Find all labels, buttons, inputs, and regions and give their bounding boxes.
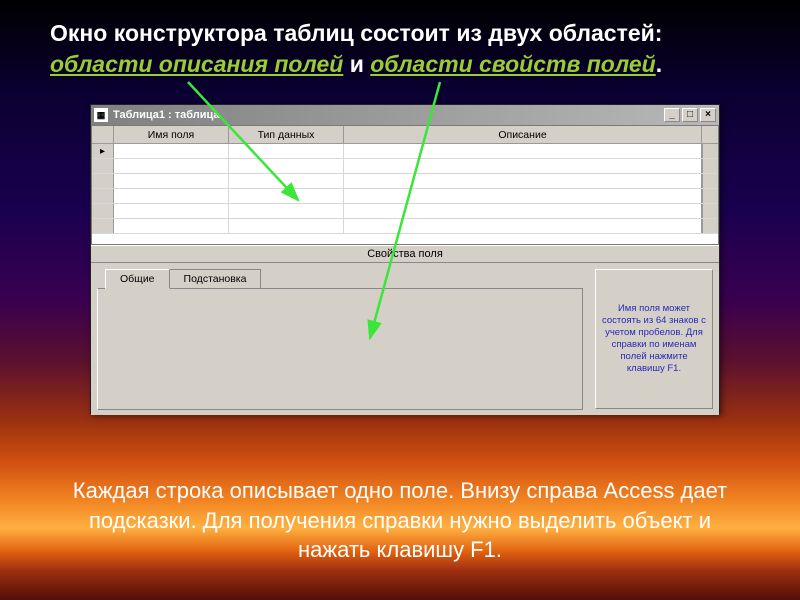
cell-description[interactable]	[344, 174, 702, 188]
window-title: Таблица1 : таблица	[113, 109, 220, 121]
table-row[interactable]	[92, 174, 718, 189]
field-definition-grid[interactable]: Имя поля Тип данных Описание ▸	[91, 125, 719, 245]
field-properties-area: Общие Подстановка Имя поля может состоят…	[91, 262, 719, 415]
cell-data-type[interactable]	[229, 219, 344, 233]
cell-data-type[interactable]	[229, 204, 344, 218]
table-row[interactable]: ▸	[92, 144, 718, 159]
cell-field-name[interactable]	[114, 189, 229, 203]
row-selector-header	[92, 126, 114, 143]
scroll-header	[702, 126, 718, 143]
cell-data-type[interactable]	[229, 144, 344, 158]
row-marker-icon[interactable]: ▸	[92, 144, 114, 158]
access-designer-window: ▦ Таблица1 : таблица _ □ × Имя поля Тип …	[90, 104, 720, 414]
properties-panel: Общие Подстановка	[91, 263, 589, 415]
column-header-field-name[interactable]: Имя поля	[114, 126, 229, 143]
tab-lookup[interactable]: Подстановка	[169, 269, 262, 289]
heading-part1: Окно конструктора таблиц состоит из двух…	[50, 20, 662, 46]
table-row[interactable]	[92, 204, 718, 219]
scroll-cell	[702, 189, 718, 203]
table-row[interactable]	[92, 189, 718, 204]
properties-body[interactable]	[97, 288, 583, 410]
properties-tabs: Общие Подстановка	[91, 263, 589, 289]
cell-description[interactable]	[344, 204, 702, 218]
heading-period: .	[656, 51, 662, 77]
row-selector[interactable]	[92, 159, 114, 173]
scroll-cell	[702, 144, 718, 158]
cell-field-name[interactable]	[114, 204, 229, 218]
window-titlebar[interactable]: ▦ Таблица1 : таблица _ □ ×	[91, 105, 719, 125]
heading-accent-2: области свойств полей	[370, 51, 655, 77]
heading-conj: и	[343, 51, 370, 77]
scroll-cell	[702, 204, 718, 218]
maximize-button[interactable]: □	[682, 108, 698, 122]
cell-description[interactable]	[344, 219, 702, 233]
cell-field-name[interactable]	[114, 219, 229, 233]
row-selector[interactable]	[92, 204, 114, 218]
table-row[interactable]	[92, 219, 718, 234]
cell-data-type[interactable]	[229, 174, 344, 188]
column-header-data-type[interactable]: Тип данных	[229, 126, 344, 143]
table-icon: ▦	[94, 108, 108, 122]
cell-description[interactable]	[344, 144, 702, 158]
cell-data-type[interactable]	[229, 189, 344, 203]
row-selector[interactable]	[92, 219, 114, 233]
hint-box: Имя поля может состоять из 64 знаков с у…	[595, 269, 713, 409]
minimize-button[interactable]: _	[664, 108, 680, 122]
tab-general[interactable]: Общие	[105, 269, 170, 289]
scroll-cell	[702, 174, 718, 188]
scroll-cell	[702, 219, 718, 233]
row-selector[interactable]	[92, 189, 114, 203]
slide-heading: Окно конструктора таблиц состоит из двух…	[50, 18, 750, 80]
slide-bottom-text: Каждая строка описывает одно поле. Внизу…	[60, 476, 740, 565]
heading-accent-1: области описания полей	[50, 51, 343, 77]
field-properties-caption: Свойства поля	[91, 245, 719, 262]
column-header-description[interactable]: Описание	[344, 126, 702, 143]
grid-header: Имя поля Тип данных Описание	[92, 126, 718, 144]
table-row[interactable]	[92, 159, 718, 174]
cell-field-name[interactable]	[114, 144, 229, 158]
cell-description[interactable]	[344, 159, 702, 173]
row-selector[interactable]	[92, 174, 114, 188]
cell-description[interactable]	[344, 189, 702, 203]
cell-field-name[interactable]	[114, 159, 229, 173]
scroll-cell	[702, 159, 718, 173]
hint-panel: Имя поля может состоять из 64 знаков с у…	[589, 263, 719, 415]
close-button[interactable]: ×	[700, 108, 716, 122]
cell-field-name[interactable]	[114, 174, 229, 188]
hint-text: Имя поля может состоять из 64 знаков с у…	[602, 303, 706, 374]
cell-data-type[interactable]	[229, 159, 344, 173]
